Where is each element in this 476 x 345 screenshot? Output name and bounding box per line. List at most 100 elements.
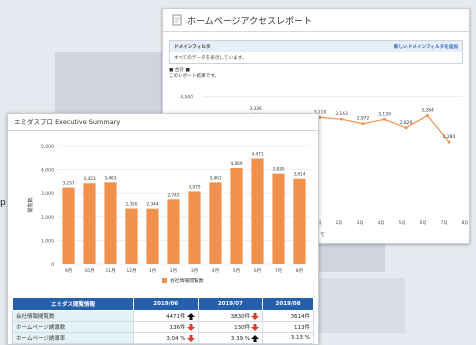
table-cell: 3614件 [262, 310, 314, 322]
arrow-down-icon [251, 324, 260, 331]
bar [272, 173, 285, 264]
y-tick-label: 5,000 [41, 144, 54, 150]
trailing-text: て [320, 232, 325, 238]
x-tick-label: 10月 [85, 268, 95, 274]
domain-filter-label: ドメインフィルタ [174, 44, 211, 50]
arrow-up-icon [251, 334, 260, 342]
table-cell: 3.04 % [133, 332, 199, 344]
data-point [383, 117, 386, 121]
table-row: ホームページ誘導数 136件 130件 113件 [12, 321, 314, 333]
data-label: 3,463 [105, 175, 117, 180]
data-label: 3,336 [249, 106, 262, 112]
data-label: 3,143 [335, 111, 348, 117]
bar [146, 208, 159, 264]
bar [230, 167, 243, 264]
table-header-row: エミダス閲覧情報 2019/06 2019/07 2019/08 [12, 297, 314, 311]
arrow-down-icon [251, 313, 260, 320]
table-header-cell: 2019/07 [197, 297, 264, 311]
data-point [318, 116, 322, 119]
cell-value: 3.13 % [290, 335, 310, 341]
x-tick-label: 8月 [462, 220, 469, 226]
table-cell: 3.13 % [262, 332, 314, 344]
y-axis-label: 閲覧数 [27, 197, 34, 212]
domain-filter-panel: ドメインフィルタ 新しいドメインフィルタを追加 すべてのデータを表示しています。 [169, 40, 463, 64]
executive-summary-window[interactable]: エミダスプロ Executive Summary 0 1,000 2,000 3,00… [7, 113, 319, 345]
x-tick-label: 2月 [170, 268, 177, 274]
x-tick-label: 3月 [357, 220, 364, 226]
legend-label: 会社情報閲覧数 [170, 277, 204, 284]
data-label: 2,820 [400, 120, 413, 126]
filter-status-text: すべてのデータを表示しています。 [174, 55, 247, 61]
x-tick-label: 8月 [296, 268, 303, 274]
cell-value: 3.39 % [230, 335, 251, 342]
bar [125, 208, 138, 264]
row-label: ホームページ誘導数 [12, 321, 134, 333]
cell-value: 4471件 [166, 314, 186, 320]
bar [293, 178, 306, 264]
window-title: エミダスプロ Executive Summary [8, 114, 318, 131]
data-label: 2,972 [357, 116, 370, 122]
table-cell: 136件 [133, 321, 199, 333]
data-label: 3,237 [63, 181, 75, 186]
arrow-down-icon [186, 334, 195, 342]
data-label: 3,075 [189, 184, 201, 189]
x-tick-label: 12月 [127, 268, 137, 274]
table-cell: 3.39 % [197, 332, 264, 344]
table-cell: 3830件 [197, 310, 264, 322]
x-tick-label: 4月 [212, 268, 219, 274]
data-point [426, 114, 429, 117]
x-tick-label: 9月 [65, 268, 72, 274]
x-tick-label: 2月 [336, 220, 343, 226]
window-title: ホームページアクセスレポート [187, 16, 313, 27]
bar [83, 183, 96, 264]
table-cell: 4471件 [133, 310, 199, 322]
data-label: 3,830 [273, 167, 285, 172]
add-domain-filter-link[interactable]: 新しいドメインフィルタを追加 [394, 44, 458, 50]
table-cell: 130件 [197, 321, 264, 333]
bar [62, 187, 75, 264]
data-label: 3,139 [378, 111, 391, 117]
x-tick-label: 3月 [191, 268, 198, 274]
y-tick-label: 0 [51, 262, 54, 268]
cell-value: 130件 [234, 325, 251, 331]
summary-table: エミダス閲覧情報 2019/06 2019/07 2019/08 会社情報閲覧数… [12, 297, 314, 344]
y-tick-label: 4,000 [180, 94, 193, 100]
row-label: ホームページ誘導率 [12, 332, 134, 344]
cell-value: 136件 [169, 325, 186, 331]
data-point [447, 140, 451, 144]
data-point [361, 122, 365, 126]
x-tick-label: 7月 [275, 268, 282, 274]
data-point [340, 117, 343, 121]
x-tick-label: 5月 [399, 220, 406, 226]
table-row: ホームページ誘導率 3.04 % 3.39 % 3.13 % [12, 332, 314, 344]
bar [251, 158, 264, 264]
background-panel-lower [305, 278, 405, 333]
bar [104, 182, 117, 264]
bar [209, 182, 222, 264]
data-label: 2,344 [147, 202, 159, 207]
x-tick-label: 5月 [233, 268, 240, 274]
bar [167, 199, 180, 264]
x-tick-label: 4月 [378, 220, 385, 226]
x-tick-label: 11月 [106, 268, 116, 274]
arrow-up-icon [186, 313, 195, 320]
cell-value: 113件 [294, 325, 310, 331]
window-title-bar: ホームページアクセスレポート [163, 9, 469, 32]
x-tick-label: 6月 [254, 268, 261, 274]
data-label: 3,423 [84, 176, 96, 181]
data-label: 4,069 [231, 161, 243, 166]
data-label: 4,471 [252, 151, 264, 156]
data-label: 3,284 [421, 107, 434, 113]
arrow-down-icon [186, 324, 195, 331]
table-header-cell: 2019/06 [133, 297, 199, 311]
data-label: 2,284 [443, 134, 456, 140]
row-label: 会社情報閲覧数 [12, 310, 134, 322]
bar-chart: 0 1,000 2,000 3,000 4,000 5,000 閲覧数 3,237 9月 3,42… [27, 144, 310, 284]
data-point [404, 126, 408, 130]
document-icon [171, 14, 183, 26]
table-header-cell: エミダス閲覧情報 [12, 297, 134, 311]
section-note: このレポート結果です。 [169, 74, 220, 79]
y-tick-label: 4,000 [41, 168, 54, 174]
data-label: 2,742 [168, 192, 180, 197]
table-header-cell: 2019/08 [262, 297, 314, 311]
